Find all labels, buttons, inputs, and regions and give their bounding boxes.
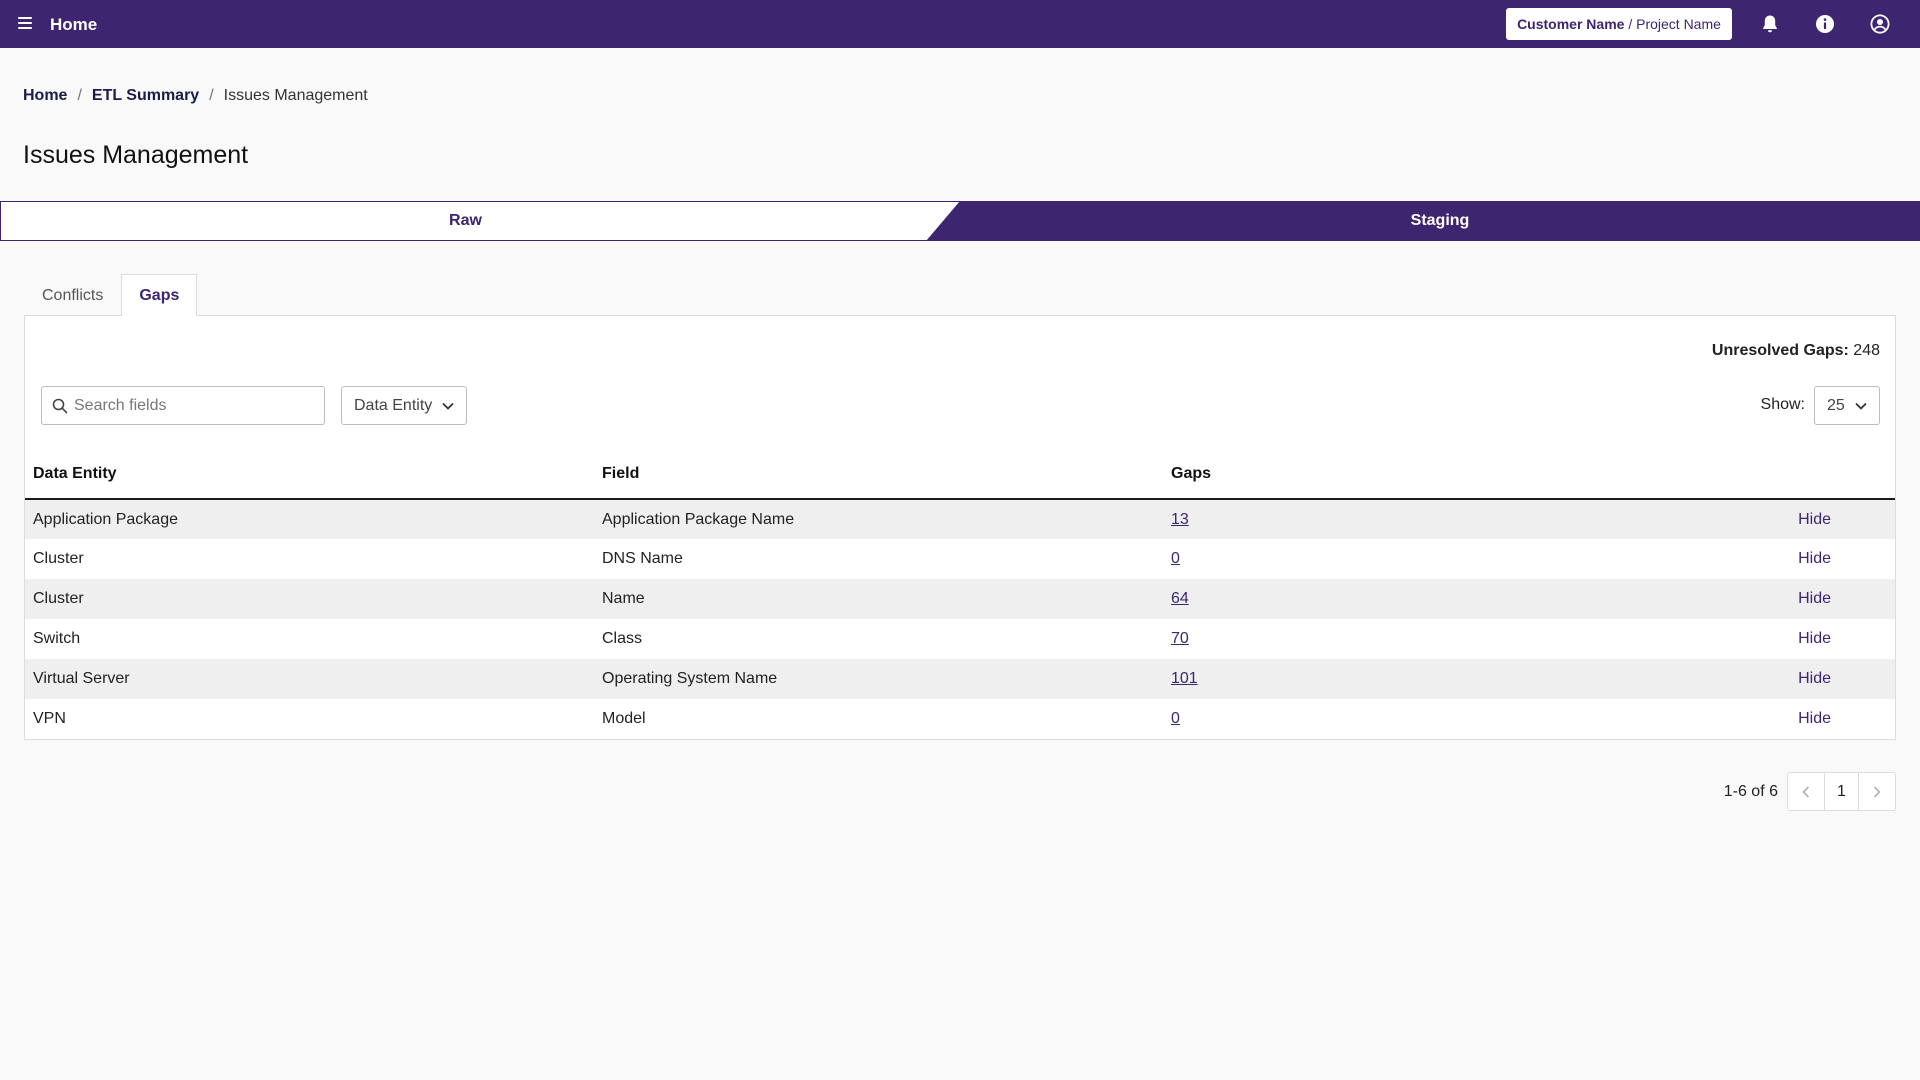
top-bar: Home Customer Name / Project Name [0, 0, 1920, 48]
page-size-value: 25 [1827, 396, 1845, 414]
chevron-down-icon [442, 402, 454, 410]
gaps-panel: Unresolved Gaps: 248 Data Entity Show: 2… [24, 315, 1896, 740]
unresolved-gaps-summary: Unresolved Gaps: 248 [1712, 342, 1880, 360]
column-header-data-entity[interactable]: Data Entity [25, 449, 594, 500]
cell-field: Model [602, 710, 646, 727]
breadcrumb: Home / ETL Summary / Issues Management [23, 87, 368, 105]
table-header-row: Data Entity Field Gaps [25, 449, 1895, 500]
search-box [41, 386, 325, 425]
gaps-count-link[interactable]: 101 [1171, 670, 1198, 687]
search-icon [52, 398, 68, 413]
table-row: Cluster Name 64 Hide [25, 579, 1895, 619]
hamburger-menu-icon[interactable] [18, 17, 32, 30]
next-page-button[interactable] [1859, 773, 1895, 810]
column-header-field[interactable]: Field [594, 449, 1163, 500]
cell-field: Name [594, 579, 1163, 619]
table-row: VPN Model 0 Hide [25, 699, 1895, 739]
previous-page-button[interactable] [1788, 773, 1824, 810]
stage-raw-label: Raw [449, 212, 482, 229]
hide-button[interactable]: Hide [1798, 590, 1831, 607]
customer-project-selector[interactable]: Customer Name / Project Name [1506, 8, 1732, 40]
chevron-down-icon [1855, 402, 1867, 410]
cell-field: DNS Name [602, 550, 683, 567]
gaps-table: Data Entity Field Gaps Application Packa… [25, 449, 1895, 739]
breadcrumb-current: Issues Management [223, 87, 368, 104]
gaps-count-link[interactable]: 64 [1171, 590, 1189, 607]
hide-button[interactable]: Hide [1798, 670, 1831, 687]
table-row: Switch Class 70 Hide [25, 619, 1895, 659]
hide-button[interactable]: Hide [1798, 710, 1831, 727]
customer-project-separator: / [1624, 16, 1637, 32]
tab-conflicts[interactable]: Conflicts [24, 274, 121, 316]
gaps-count-link[interactable]: 13 [1171, 511, 1189, 528]
chevron-left-icon [1802, 785, 1810, 798]
show-label: Show: [1760, 396, 1805, 413]
search-input[interactable] [74, 396, 314, 415]
cell-data-entity: Cluster [33, 550, 84, 567]
breadcrumb-separator: / [209, 87, 214, 104]
pagination-controls: 1 [1787, 772, 1896, 811]
tab-gaps[interactable]: Gaps [121, 274, 198, 316]
app-title[interactable]: Home [50, 15, 97, 35]
unresolved-gaps-label: Unresolved Gaps: [1711, 342, 1849, 359]
user-account-icon[interactable] [1868, 12, 1892, 36]
info-icon[interactable] [1813, 12, 1837, 36]
cell-data-entity: Switch [33, 630, 81, 647]
data-entity-filter-value: Data Entity [354, 396, 433, 414]
page-title: Issues Management [23, 141, 249, 169]
chevron-right-icon [1873, 785, 1881, 798]
breadcrumb-separator: / [77, 87, 82, 104]
table-row: Application Package Application Package … [25, 499, 1895, 539]
stage-raw[interactable]: Raw [0, 201, 960, 241]
unresolved-gaps-count: 248 [1853, 342, 1880, 359]
cell-field: Class [602, 630, 643, 647]
breadcrumb-home[interactable]: Home [23, 87, 67, 105]
stage-stepper: Raw Staging [0, 201, 1920, 241]
gaps-count-link[interactable]: 70 [1171, 630, 1189, 647]
issue-tabs: Conflicts Gaps [24, 274, 198, 316]
cell-field: Application Package Name [594, 499, 1163, 539]
hide-button[interactable]: Hide [1798, 550, 1831, 567]
customer-name: Customer Name [1517, 16, 1625, 32]
bell-icon[interactable] [1758, 12, 1782, 36]
hide-button[interactable]: Hide [1798, 511, 1831, 528]
pagination-range: 1-6 of 6 [1723, 782, 1778, 800]
cell-data-entity: Cluster [25, 579, 594, 619]
stage-staging-label: Staging [1410, 212, 1470, 229]
column-header-gaps[interactable]: Gaps [1163, 449, 1732, 500]
cell-field: Operating System Name [594, 659, 1163, 699]
breadcrumb-etl-summary[interactable]: ETL Summary [92, 87, 199, 105]
data-entity-filter[interactable]: Data Entity [341, 386, 468, 425]
column-header-actions [1732, 449, 1895, 500]
table-row: Virtual Server Operating System Name 101… [25, 659, 1895, 699]
project-name: Project Name [1636, 16, 1721, 32]
table-row: Cluster DNS Name 0 Hide [25, 539, 1895, 579]
gaps-count-link[interactable]: 0 [1171, 710, 1180, 727]
page-button-1[interactable]: 1 [1824, 773, 1859, 810]
hide-button[interactable]: Hide [1798, 630, 1831, 647]
gaps-count-link[interactable]: 0 [1171, 550, 1180, 567]
cell-data-entity: Application Package [25, 499, 594, 539]
page-size-select[interactable]: 25 [1814, 386, 1880, 425]
cell-data-entity: VPN [33, 710, 66, 727]
stage-staging[interactable]: Staging [926, 201, 1920, 241]
cell-data-entity: Virtual Server [25, 659, 594, 699]
pagination: 1-6 of 6 1 [1724, 772, 1896, 811]
